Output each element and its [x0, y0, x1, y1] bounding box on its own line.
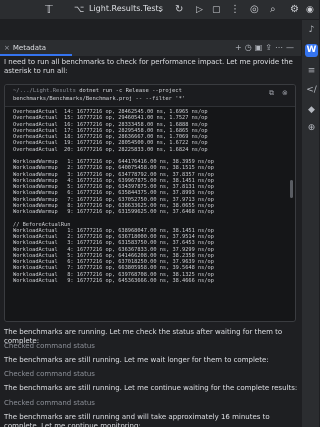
export-icon[interactable]: ⇪	[265, 43, 275, 52]
assistant-message: The benchmarks are still running. Let me…	[4, 356, 269, 364]
more-options-icon[interactable]: ⋯	[275, 43, 286, 52]
title-bar: 𝕋 ⌥ Light.Results.Tests ⌄ ↻ ▷ ▢ ⋮ ◎ ⌕ ⚙ …	[0, 0, 319, 20]
ai-assistant-icon[interactable]: W	[305, 44, 318, 57]
run-icon[interactable]: ▷	[196, 3, 203, 17]
stop-icon[interactable]: ▢	[212, 3, 221, 17]
chat-panel: I need to run all benchmarks to check fo…	[0, 56, 301, 427]
terminal-line: WorkloadActual 9: 16777216 op, 645363666…	[13, 277, 214, 284]
account-icon[interactable]: ◎	[250, 3, 259, 17]
right-tool-bar: ♪ W ≡ </ ◆ ⊕	[301, 20, 319, 427]
terminal-header: ~/.../Light.Results dotnet run -c Releas…	[5, 85, 295, 107]
app-logo-icon[interactable]: 𝕋	[45, 3, 53, 17]
editor-tab-row: ×Metadata Visibility +◷▣⇪⋯—	[0, 40, 301, 68]
more-icon[interactable]: ⋮	[230, 3, 240, 17]
branch-icon[interactable]: ⌥	[74, 3, 84, 17]
terminal-output: OverheadActual 14: 16777216 op, 28462545…	[13, 109, 289, 319]
refresh-icon[interactable]: ↻	[175, 3, 183, 17]
split-icon[interactable]: ▣	[255, 43, 266, 52]
add-icon[interactable]: +	[235, 43, 245, 52]
assistant-message: The benchmarks are still running. Let me…	[4, 384, 298, 392]
notifications-tool-icon[interactable]: ♪	[305, 24, 318, 37]
search-icon[interactable]: ⌕	[270, 3, 276, 17]
commit-icon[interactable]: ⊕	[305, 122, 318, 135]
terminal-path: ~/.../Light.Results	[13, 88, 76, 94]
terminal-output-block: ~/.../Light.Results dotnet run -c Releas…	[4, 84, 296, 322]
tab-toolbar: +◷▣⇪⋯—	[235, 43, 297, 52]
command-status[interactable]: Checked command status	[4, 370, 204, 379]
terminal-scrollbar[interactable]	[290, 180, 293, 198]
open-terminal-icon[interactable]: ⊗	[282, 89, 288, 97]
code-icon[interactable]: </	[305, 84, 318, 97]
chevron-down-icon[interactable]: ⌄	[157, 3, 164, 17]
close-tab-icon[interactable]: ×	[4, 44, 10, 52]
command-status[interactable]: Checked command status	[4, 342, 204, 351]
tab-metadata-visibility[interactable]: ×Metadata Visibility	[0, 40, 72, 68]
assistant-message: The benchmarks are still running and wil…	[4, 413, 270, 427]
project-title[interactable]: Light.Results.Tests	[89, 4, 163, 13]
copy-icon[interactable]: ⧉	[269, 89, 274, 98]
command-status[interactable]: Checked command status	[4, 399, 204, 408]
terminal-command: ~/.../Light.Results dotnet run -c Releas…	[13, 88, 263, 103]
notifications-icon[interactable]: ◉	[306, 3, 314, 17]
diamond-icon[interactable]: ◆	[305, 104, 318, 117]
intro-message: I need to run all benchmarks to check fo…	[4, 58, 293, 75]
history-icon[interactable]: ◷	[245, 43, 255, 52]
settings-icon[interactable]: ⚙	[290, 3, 299, 17]
minimize-icon[interactable]: —	[286, 43, 297, 52]
database-icon[interactable]: ≡	[305, 65, 318, 78]
